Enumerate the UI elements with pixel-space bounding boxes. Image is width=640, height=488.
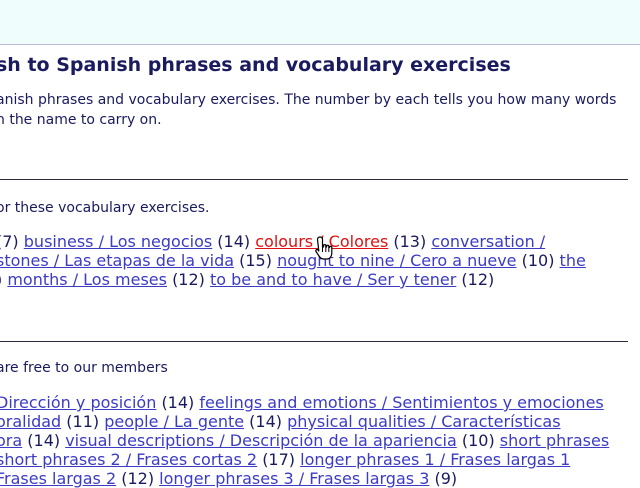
top-banner xyxy=(0,0,640,45)
word-count: (14) xyxy=(161,393,195,412)
exercise-link-oralidad[interactable]: oralidad xyxy=(0,412,61,431)
word-count: (11) xyxy=(66,412,100,431)
word-count: (12) xyxy=(172,270,205,289)
exercise-row: Frases largas 2 (12) longer phrases 3 / … xyxy=(0,469,609,488)
exercise-link-nought-to-nine-cero-a-nueve[interactable]: nought to nine / Cero a nueve xyxy=(277,251,516,270)
word-count: (13) xyxy=(393,232,427,251)
word-count: (10) xyxy=(521,251,555,270)
vocab-section-intro: or these vocabulary exercises. xyxy=(0,200,210,216)
word-count: (14) xyxy=(27,431,61,450)
word-count: (12) xyxy=(121,469,155,488)
page-title: sh to Spanish phrases and vocabulary exe… xyxy=(0,54,511,76)
exercise-link-to-be-and-to-have-ser-y-tener[interactable]: to be and to have / Ser y tener xyxy=(210,270,456,289)
exercise-link-months-los-meses[interactable]: months / Los meses xyxy=(7,270,167,289)
exercise-row: ) months / Los meses (12) to be and to h… xyxy=(0,270,586,289)
exercise-link-people-la-gente[interactable]: people / La gente xyxy=(104,412,244,431)
exercise-link-short-phrases[interactable]: short phrases xyxy=(500,431,609,450)
word-count: ) xyxy=(0,270,2,289)
word-count: (10) xyxy=(461,431,495,450)
exercise-link-ora[interactable]: ora xyxy=(0,431,22,450)
exercise-link-feelings-and-emotions-sentimientos-y-emociones[interactable]: feelings and emotions / Sentimientos y e… xyxy=(199,393,603,412)
exercise-row: Dirección y posición (14) feelings and e… xyxy=(0,393,609,412)
section-divider-1 xyxy=(0,179,628,180)
exercise-row: (7) business / Los negocios (14) colours… xyxy=(0,232,586,251)
exercise-link-physical-qualities-caracteristicas[interactable]: physical qualities / Características xyxy=(287,412,560,431)
word-count: (12) xyxy=(461,270,495,289)
word-count: (9) xyxy=(434,469,458,488)
page-intro: anish phrases and vocabulary exercises. … xyxy=(0,90,640,130)
section-divider-2 xyxy=(0,341,628,342)
exercise-link-stones-las-etapas-de-la-vida[interactable]: stones / Las etapas de la vida xyxy=(0,251,234,270)
intro-line-1: anish phrases and vocabulary exercises. … xyxy=(0,92,617,108)
members-exercise-list: Dirección y posición (14) feelings and e… xyxy=(0,393,609,488)
exercise-link-direccion-y-posicion[interactable]: Dirección y posición xyxy=(0,393,156,412)
exercise-row: stones / Las etapas de la vida (15) noug… xyxy=(0,251,586,270)
word-count: (17) xyxy=(262,450,296,469)
intro-line-2: n the name to carry on. xyxy=(0,112,162,128)
exercise-link-business-los-negocios[interactable]: business / Los negocios xyxy=(24,232,212,251)
exercise-link-conversation[interactable]: conversation / xyxy=(431,232,545,251)
exercise-link-visual-descriptions-descripcion-de-la-apariencia[interactable]: visual descriptions / Descripción de la … xyxy=(65,431,457,450)
word-count: (15) xyxy=(239,251,272,270)
word-count: (7) xyxy=(0,232,19,251)
exercise-link-the[interactable]: the xyxy=(560,251,586,270)
hand-pointer-icon xyxy=(315,236,333,260)
exercise-link-frases-largas-2[interactable]: Frases largas 2 xyxy=(0,469,116,488)
exercise-row: oralidad (11) people / La gente (14) phy… xyxy=(0,412,609,431)
word-count: (14) xyxy=(249,412,283,431)
members-section-intro: are free to our members xyxy=(0,360,168,376)
vocab-exercise-list: (7) business / Los negocios (14) colours… xyxy=(0,232,586,289)
exercise-row: short phrases 2 / Frases cortas 2 (17) l… xyxy=(0,450,609,469)
exercise-link-short-phrases-2-frases-cortas-2[interactable]: short phrases 2 / Frases cortas 2 xyxy=(0,450,257,469)
word-count: (14) xyxy=(217,232,251,251)
exercise-link-longer-phrases-3-frases-largas-3[interactable]: longer phrases 3 / Frases largas 3 xyxy=(159,469,429,488)
exercise-link-longer-phrases-1-frases-largas-1[interactable]: longer phrases 1 / Frases largas 1 xyxy=(300,450,570,469)
exercise-row: ora (14) visual descriptions / Descripci… xyxy=(0,431,609,450)
